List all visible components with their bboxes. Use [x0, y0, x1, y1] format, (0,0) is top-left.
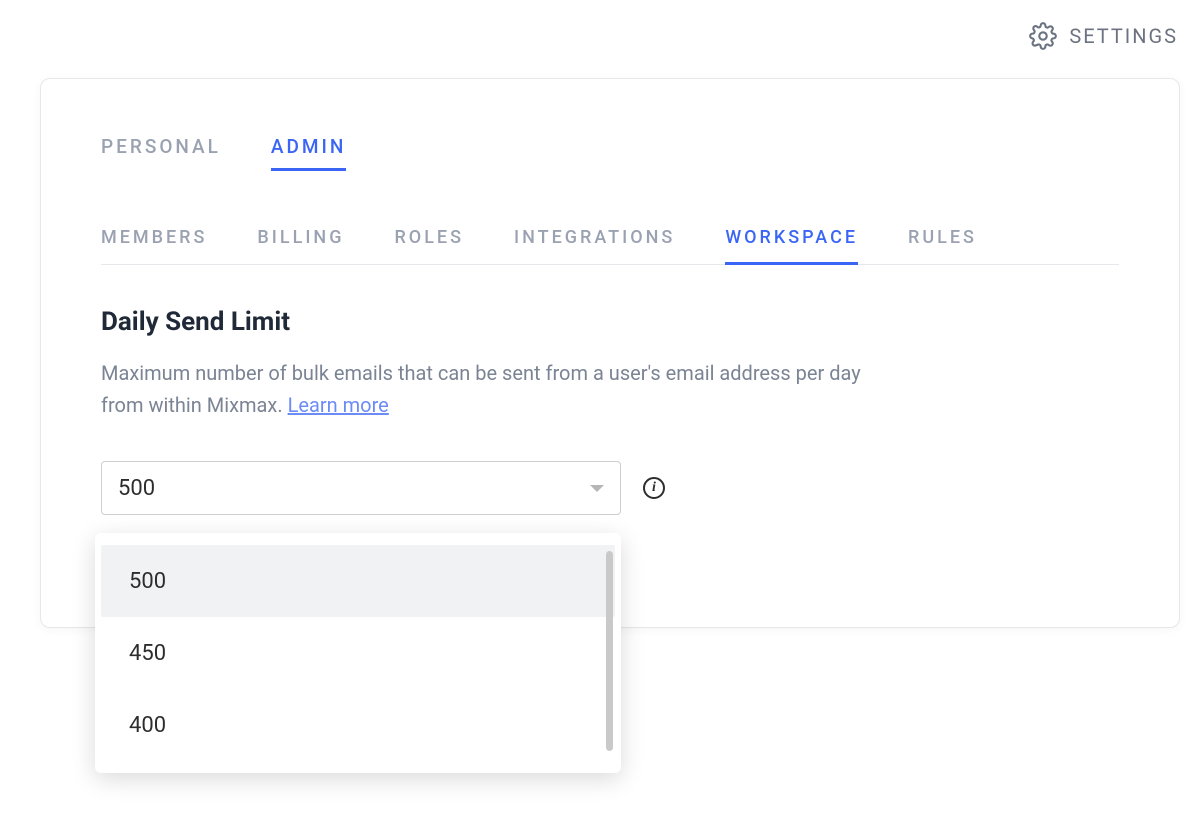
dropdown-option-400[interactable]: 400: [101, 689, 615, 761]
gear-icon[interactable]: [1029, 22, 1057, 50]
info-icon[interactable]: i: [643, 477, 665, 499]
select-row: 500 i: [101, 461, 1119, 515]
subtab-rules[interactable]: RULES: [908, 227, 977, 264]
topbar: SETTINGS: [1029, 22, 1178, 50]
section-description: Maximum number of bulk emails that can b…: [101, 357, 881, 421]
tab-admin[interactable]: ADMIN: [271, 135, 346, 171]
scrollbar[interactable]: [606, 551, 613, 751]
subtab-workspace[interactable]: WORKSPACE: [725, 227, 858, 265]
sub-tabs: MEMBERS BILLING ROLES INTEGRATIONS WORKS…: [101, 227, 1119, 265]
section-description-text: Maximum number of bulk emails that can b…: [101, 361, 861, 417]
daily-send-limit-select[interactable]: 500: [101, 461, 621, 515]
subtab-integrations[interactable]: INTEGRATIONS: [514, 227, 675, 264]
tab-personal[interactable]: PERSONAL: [101, 135, 221, 171]
subtab-roles[interactable]: ROLES: [394, 227, 464, 264]
subtab-members[interactable]: MEMBERS: [101, 227, 207, 264]
dropdown-option-450[interactable]: 450: [101, 617, 615, 689]
subtab-billing[interactable]: BILLING: [257, 227, 344, 264]
dropdown-option-500[interactable]: 500: [101, 545, 615, 617]
select-value: 500: [118, 476, 155, 501]
section-title: Daily Send Limit: [101, 307, 1119, 337]
top-tabs: PERSONAL ADMIN: [101, 135, 1119, 171]
learn-more-link[interactable]: Learn more: [288, 393, 389, 417]
chevron-down-icon: [590, 485, 604, 492]
select-dropdown: 500 450 400: [95, 533, 621, 773]
settings-label: SETTINGS: [1069, 24, 1178, 48]
